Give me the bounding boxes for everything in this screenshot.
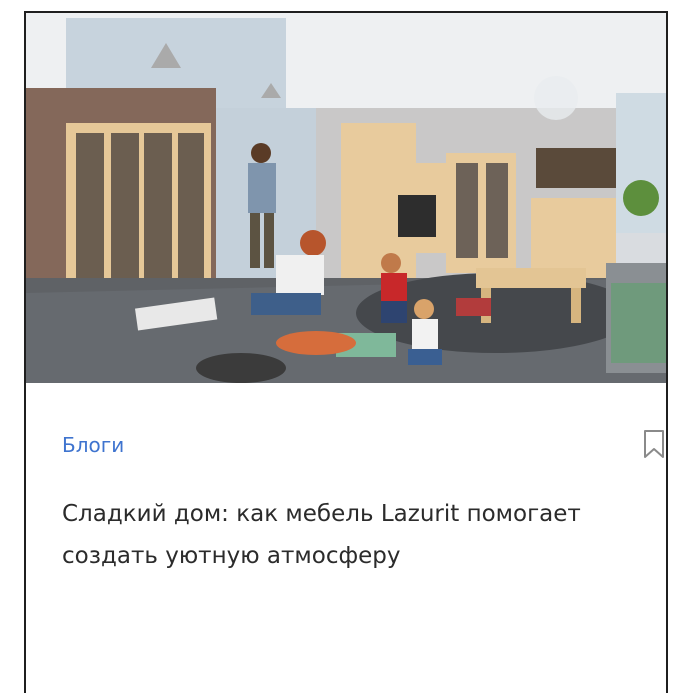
bookmark-icon[interactable] [643,429,665,459]
article-title[interactable]: Сладкий дом: как мебель Lazurit помогает… [62,493,642,577]
article-card[interactable]: Блоги Сладкий дом: как мебель Lazurit по… [24,11,668,693]
category-link[interactable]: Блоги [62,433,124,457]
article-image[interactable] [26,13,666,383]
